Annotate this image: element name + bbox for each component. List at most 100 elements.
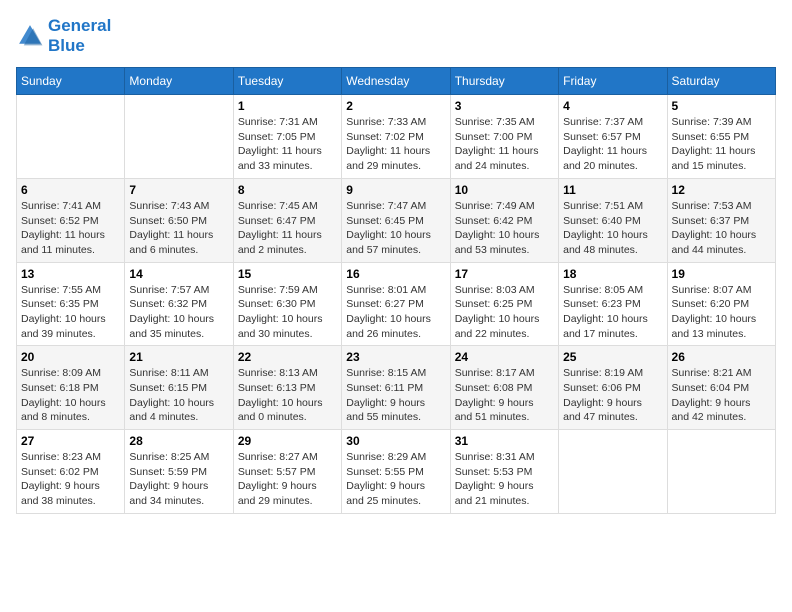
calendar-cell — [667, 430, 775, 514]
day-info: Sunrise: 8:29 AM Sunset: 5:55 PM Dayligh… — [346, 450, 445, 509]
calendar-cell: 10 Sunrise: 7:49 AM Sunset: 6:42 PM Dayli… — [450, 178, 558, 262]
day-number: 8 — [238, 183, 337, 197]
day-number: 17 — [455, 267, 554, 281]
calendar-cell: 7 Sunrise: 7:43 AM Sunset: 6:50 PM Daylig… — [125, 178, 233, 262]
week-row-4: 20 Sunrise: 8:09 AM Sunset: 6:18 PM Dayli… — [17, 346, 776, 430]
calendar-cell — [559, 430, 667, 514]
day-number: 24 — [455, 350, 554, 364]
day-info: Sunrise: 7:39 AM Sunset: 6:55 PM Dayligh… — [672, 115, 771, 174]
calendar-cell — [125, 95, 233, 179]
calendar-cell: 4 Sunrise: 7:37 AM Sunset: 6:57 PM Daylig… — [559, 95, 667, 179]
day-info: Sunrise: 7:49 AM Sunset: 6:42 PM Dayligh… — [455, 199, 554, 258]
days-header-row: SundayMondayTuesdayWednesdayThursdayFrid… — [17, 68, 776, 95]
day-number: 10 — [455, 183, 554, 197]
calendar-table: SundayMondayTuesdayWednesdayThursdayFrid… — [16, 67, 776, 514]
day-number: 25 — [563, 350, 662, 364]
week-row-5: 27 Sunrise: 8:23 AM Sunset: 6:02 PM Dayli… — [17, 430, 776, 514]
day-info: Sunrise: 8:25 AM Sunset: 5:59 PM Dayligh… — [129, 450, 228, 509]
header-day-wednesday: Wednesday — [342, 68, 450, 95]
calendar-cell: 1Sunrise: 7:31 AM Sunset: 7:05 PM Daylig… — [233, 95, 341, 179]
day-number: 1 — [238, 99, 337, 113]
week-row-3: 13Sunrise: 7:55 AM Sunset: 6:35 PM Dayli… — [17, 262, 776, 346]
calendar-cell — [17, 95, 125, 179]
calendar-cell: 19 Sunrise: 8:07 AM Sunset: 6:20 PM Dayli… — [667, 262, 775, 346]
header-day-sunday: Sunday — [17, 68, 125, 95]
day-info: Sunrise: 8:13 AM Sunset: 6:13 PM Dayligh… — [238, 366, 337, 425]
day-number: 29 — [238, 434, 337, 448]
day-info: Sunrise: 7:59 AM Sunset: 6:30 PM Dayligh… — [238, 283, 337, 342]
calendar-cell: 31 Sunrise: 8:31 AM Sunset: 5:53 PM Dayli… — [450, 430, 558, 514]
calendar-cell: 6Sunrise: 7:41 AM Sunset: 6:52 PM Daylig… — [17, 178, 125, 262]
header-day-saturday: Saturday — [667, 68, 775, 95]
day-info: Sunrise: 7:57 AM Sunset: 6:32 PM Dayligh… — [129, 283, 228, 342]
day-number: 30 — [346, 434, 445, 448]
calendar-cell: 27 Sunrise: 8:23 AM Sunset: 6:02 PM Dayli… — [17, 430, 125, 514]
header-day-thursday: Thursday — [450, 68, 558, 95]
day-info: Sunrise: 8:23 AM Sunset: 6:02 PM Dayligh… — [21, 450, 120, 509]
day-number: 23 — [346, 350, 445, 364]
calendar-cell: 13Sunrise: 7:55 AM Sunset: 6:35 PM Dayli… — [17, 262, 125, 346]
day-number: 22 — [238, 350, 337, 364]
logo-text: General Blue — [48, 16, 111, 55]
day-info: Sunrise: 7:43 AM Sunset: 6:50 PM Dayligh… — [129, 199, 228, 258]
day-number: 20 — [21, 350, 120, 364]
day-number: 5 — [672, 99, 771, 113]
day-number: 27 — [21, 434, 120, 448]
calendar-cell: 17 Sunrise: 8:03 AM Sunset: 6:25 PM Dayli… — [450, 262, 558, 346]
calendar-cell: 8 Sunrise: 7:45 AM Sunset: 6:47 PM Daylig… — [233, 178, 341, 262]
day-number: 4 — [563, 99, 662, 113]
day-info: Sunrise: 8:31 AM Sunset: 5:53 PM Dayligh… — [455, 450, 554, 509]
calendar-cell: 24 Sunrise: 8:17 AM Sunset: 6:08 PM Dayli… — [450, 346, 558, 430]
calendar-cell: 22 Sunrise: 8:13 AM Sunset: 6:13 PM Dayli… — [233, 346, 341, 430]
week-row-1: 1Sunrise: 7:31 AM Sunset: 7:05 PM Daylig… — [17, 95, 776, 179]
calendar-cell: 23 Sunrise: 8:15 AM Sunset: 6:11 PM Dayli… — [342, 346, 450, 430]
calendar-cell: 30 Sunrise: 8:29 AM Sunset: 5:55 PM Dayli… — [342, 430, 450, 514]
day-info: Sunrise: 8:05 AM Sunset: 6:23 PM Dayligh… — [563, 283, 662, 342]
page-header: General Blue — [16, 16, 776, 55]
day-info: Sunrise: 7:37 AM Sunset: 6:57 PM Dayligh… — [563, 115, 662, 174]
calendar-cell: 9 Sunrise: 7:47 AM Sunset: 6:45 PM Daylig… — [342, 178, 450, 262]
day-info: Sunrise: 7:45 AM Sunset: 6:47 PM Dayligh… — [238, 199, 337, 258]
day-info: Sunrise: 8:01 AM Sunset: 6:27 PM Dayligh… — [346, 283, 445, 342]
day-number: 13 — [21, 267, 120, 281]
calendar-cell: 25 Sunrise: 8:19 AM Sunset: 6:06 PM Dayli… — [559, 346, 667, 430]
header-day-friday: Friday — [559, 68, 667, 95]
calendar-cell: 15 Sunrise: 7:59 AM Sunset: 6:30 PM Dayli… — [233, 262, 341, 346]
day-number: 16 — [346, 267, 445, 281]
day-number: 12 — [672, 183, 771, 197]
calendar-cell: 20 Sunrise: 8:09 AM Sunset: 6:18 PM Dayli… — [17, 346, 125, 430]
calendar-cell: 26Sunrise: 8:21 AM Sunset: 6:04 PM Dayli… — [667, 346, 775, 430]
day-number: 3 — [455, 99, 554, 113]
day-number: 31 — [455, 434, 554, 448]
calendar-cell: 14 Sunrise: 7:57 AM Sunset: 6:32 PM Dayli… — [125, 262, 233, 346]
day-number: 7 — [129, 183, 228, 197]
calendar-cell: 21Sunrise: 8:11 AM Sunset: 6:15 PM Dayli… — [125, 346, 233, 430]
calendar-cell: 18Sunrise: 8:05 AM Sunset: 6:23 PM Dayli… — [559, 262, 667, 346]
day-number: 9 — [346, 183, 445, 197]
header-day-monday: Monday — [125, 68, 233, 95]
day-info: Sunrise: 8:09 AM Sunset: 6:18 PM Dayligh… — [21, 366, 120, 425]
calendar-cell: 11 Sunrise: 7:51 AM Sunset: 6:40 PM Dayli… — [559, 178, 667, 262]
day-info: Sunrise: 8:15 AM Sunset: 6:11 PM Dayligh… — [346, 366, 445, 425]
day-info: Sunrise: 8:27 AM Sunset: 5:57 PM Dayligh… — [238, 450, 337, 509]
calendar-cell: 28 Sunrise: 8:25 AM Sunset: 5:59 PM Dayli… — [125, 430, 233, 514]
day-info: Sunrise: 7:53 AM Sunset: 6:37 PM Dayligh… — [672, 199, 771, 258]
day-info: Sunrise: 8:07 AM Sunset: 6:20 PM Dayligh… — [672, 283, 771, 342]
day-number: 11 — [563, 183, 662, 197]
day-info: Sunrise: 7:33 AM Sunset: 7:02 PM Dayligh… — [346, 115, 445, 174]
day-number: 19 — [672, 267, 771, 281]
calendar-cell: 2Sunrise: 7:33 AM Sunset: 7:02 PM Daylig… — [342, 95, 450, 179]
day-info: Sunrise: 7:47 AM Sunset: 6:45 PM Dayligh… — [346, 199, 445, 258]
day-info: Sunrise: 8:17 AM Sunset: 6:08 PM Dayligh… — [455, 366, 554, 425]
calendar-cell: 29 Sunrise: 8:27 AM Sunset: 5:57 PM Dayli… — [233, 430, 341, 514]
day-info: Sunrise: 7:51 AM Sunset: 6:40 PM Dayligh… — [563, 199, 662, 258]
day-number: 14 — [129, 267, 228, 281]
day-info: Sunrise: 8:19 AM Sunset: 6:06 PM Dayligh… — [563, 366, 662, 425]
day-info: Sunrise: 8:03 AM Sunset: 6:25 PM Dayligh… — [455, 283, 554, 342]
day-info: Sunrise: 8:11 AM Sunset: 6:15 PM Dayligh… — [129, 366, 228, 425]
day-info: Sunrise: 7:35 AM Sunset: 7:00 PM Dayligh… — [455, 115, 554, 174]
day-number: 15 — [238, 267, 337, 281]
day-info: Sunrise: 7:41 AM Sunset: 6:52 PM Dayligh… — [21, 199, 120, 258]
day-number: 28 — [129, 434, 228, 448]
week-row-2: 6Sunrise: 7:41 AM Sunset: 6:52 PM Daylig… — [17, 178, 776, 262]
